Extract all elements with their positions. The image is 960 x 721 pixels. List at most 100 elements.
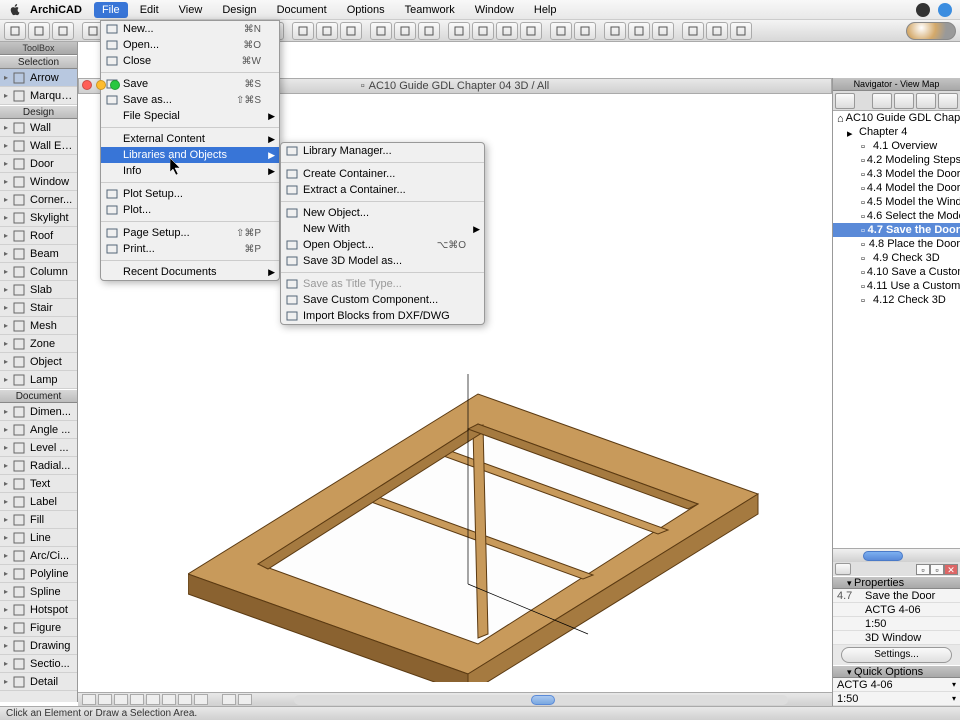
menu-item-file-special[interactable]: File Special▶	[101, 108, 279, 124]
scroll-thumb[interactable]	[863, 551, 903, 561]
vt-9[interactable]	[222, 694, 236, 705]
tree-item[interactable]: ▫4.2 Modeling Steps	[833, 153, 960, 167]
menu-item-save-custom-component[interactable]: Save Custom Component...	[281, 292, 484, 308]
tree-item[interactable]: ▫4.1 Overview	[833, 139, 960, 153]
tool-mesh[interactable]: ▸Mesh	[0, 317, 77, 335]
toolbar-button[interactable]	[472, 22, 494, 40]
tool-sectio-[interactable]: ▸Sectio...	[0, 655, 77, 673]
menu-item-plot-setup[interactable]: Plot Setup...	[101, 186, 279, 202]
vt-8[interactable]	[194, 694, 208, 705]
toolbar-button[interactable]	[604, 22, 626, 40]
vt-5[interactable]	[146, 694, 160, 705]
navigator-tree[interactable]: ⌂AC10 Guide GDL Chapter 04 ▸Chapter 4 ▫4…	[833, 111, 960, 548]
view-scroll-thumb[interactable]	[531, 695, 555, 705]
toolbar-button[interactable]	[520, 22, 542, 40]
toolbar-button[interactable]	[418, 22, 440, 40]
menu-item-close[interactable]: Close⌘W	[101, 53, 279, 69]
toolbar-button[interactable]	[4, 22, 26, 40]
toolbar-button[interactable]	[730, 22, 752, 40]
view-h-scrollbar[interactable]	[294, 695, 788, 705]
toolbar-button[interactable]	[652, 22, 674, 40]
quick-options-title[interactable]: ▾ Quick Options	[833, 665, 960, 678]
toolbar-button[interactable]	[550, 22, 572, 40]
menu-item-open[interactable]: Open...⌘O	[101, 37, 279, 53]
menu-item-new-with[interactable]: New With▶	[281, 221, 484, 237]
toolbar-button[interactable]	[28, 22, 50, 40]
tree-item[interactable]: ▫4.4 Model the Door F	[833, 181, 960, 195]
vt-1[interactable]	[82, 694, 96, 705]
tool-detail[interactable]: ▸Detail	[0, 673, 77, 691]
menu-item-import-blocks-from-dxf-dwg[interactable]: Import Blocks from DXF/DWG	[281, 308, 484, 324]
settings-button[interactable]: Settings...	[841, 647, 952, 663]
tool-door[interactable]: ▸Door	[0, 155, 77, 173]
tree-item[interactable]: ▫4.7 Save the Door	[833, 223, 960, 237]
toolbar-button[interactable]	[316, 22, 338, 40]
vt-7[interactable]	[178, 694, 192, 705]
tool-slab[interactable]: ▸Slab	[0, 281, 77, 299]
tool-stair[interactable]: ▸Stair	[0, 299, 77, 317]
close-window-button[interactable]	[82, 80, 92, 90]
menu-item-create-container[interactable]: Create Container...	[281, 166, 484, 182]
tool-marquee[interactable]: ▸Marquee	[0, 87, 77, 105]
menu-item-libraries-and-objects[interactable]: Libraries and Objects▶	[101, 147, 279, 163]
user-icon[interactable]	[916, 3, 930, 17]
menu-item-save[interactable]: Save⌘S	[101, 76, 279, 92]
nav-view-map-button[interactable]	[872, 93, 892, 109]
vt-2[interactable]	[98, 694, 112, 705]
tool-drawing[interactable]: ▸Drawing	[0, 637, 77, 655]
menu-item-extract-a-container[interactable]: Extract a Container...	[281, 182, 484, 198]
menu-file[interactable]: File	[94, 2, 128, 18]
toolbar-button[interactable]	[496, 22, 518, 40]
tree-root[interactable]: ⌂AC10 Guide GDL Chapter 04	[833, 111, 960, 125]
tree-item[interactable]: ▫4.6 Select the Model	[833, 209, 960, 223]
menu-item-new-object[interactable]: New Object...	[281, 205, 484, 221]
menu-item-print[interactable]: Print...⌘P	[101, 241, 279, 257]
tree-chapter[interactable]: ▸Chapter 4	[833, 125, 960, 139]
toolbar-button[interactable]	[370, 22, 392, 40]
toolbar-button[interactable]	[394, 22, 416, 40]
tool-skylight[interactable]: ▸Skylight	[0, 209, 77, 227]
toolbar-button[interactable]	[292, 22, 314, 40]
menu-item-save-as[interactable]: Save as...⇧⌘S	[101, 92, 279, 108]
nav-publisher-button[interactable]	[916, 93, 936, 109]
tree-item[interactable]: ▫4.5 Model the Windo	[833, 195, 960, 209]
navigator-h-scrollbar[interactable]	[833, 548, 960, 562]
menu-document[interactable]: Document	[269, 2, 335, 18]
tool-line[interactable]: ▸Line	[0, 529, 77, 547]
menu-item-save-d-model-as[interactable]: Save 3D Model as...	[281, 253, 484, 269]
vt-10[interactable]	[238, 694, 252, 705]
tool-beam[interactable]: ▸Beam	[0, 245, 77, 263]
spotlight-icon[interactable]	[938, 3, 952, 17]
tool-corner-[interactable]: ▸Corner...	[0, 191, 77, 209]
menu-window[interactable]: Window	[467, 2, 522, 18]
tool-level-[interactable]: ▸Level ...	[0, 439, 77, 457]
tree-item[interactable]: ▫4.3 Model the Door F	[833, 167, 960, 181]
toolbar-button[interactable]	[682, 22, 704, 40]
menu-item-plot[interactable]: Plot...	[101, 202, 279, 218]
nav-ok-button[interactable]	[835, 563, 851, 575]
nav-action-1[interactable]: ▫	[916, 564, 930, 575]
tool-angle-[interactable]: ▸Angle ...	[0, 421, 77, 439]
minimize-window-button[interactable]	[96, 80, 106, 90]
properties-title[interactable]: ▾ Properties	[833, 576, 960, 589]
quick-option-row[interactable]: 1:50▾	[833, 692, 960, 706]
zoom-window-button[interactable]	[110, 80, 120, 90]
menu-item-external-content[interactable]: External Content▶	[101, 131, 279, 147]
menu-teamwork[interactable]: Teamwork	[397, 2, 463, 18]
toolbar-button[interactable]	[52, 22, 74, 40]
tool-lamp[interactable]: ▸Lamp	[0, 371, 77, 389]
tool-wall-end[interactable]: ▸Wall End	[0, 137, 77, 155]
vt-3[interactable]	[114, 694, 128, 705]
menu-item-open-object[interactable]: Open Object...⌥⌘O	[281, 237, 484, 253]
tool-dimen-[interactable]: ▸Dimen...	[0, 403, 77, 421]
tree-item[interactable]: ▫4.9 Check 3D	[833, 251, 960, 265]
tool-hotspot[interactable]: ▸Hotspot	[0, 601, 77, 619]
tree-item[interactable]: ▫4.12 Check 3D	[833, 293, 960, 307]
tree-item[interactable]: ▫4.8 Place the Door	[833, 237, 960, 251]
tool-roof[interactable]: ▸Roof	[0, 227, 77, 245]
tool-radial-[interactable]: ▸Radial...	[0, 457, 77, 475]
menu-item-library-manager[interactable]: Library Manager...	[281, 143, 484, 159]
menu-item-page-setup[interactable]: Page Setup...⇧⌘P	[101, 225, 279, 241]
tool-spline[interactable]: ▸Spline	[0, 583, 77, 601]
tool-wall[interactable]: ▸Wall	[0, 119, 77, 137]
